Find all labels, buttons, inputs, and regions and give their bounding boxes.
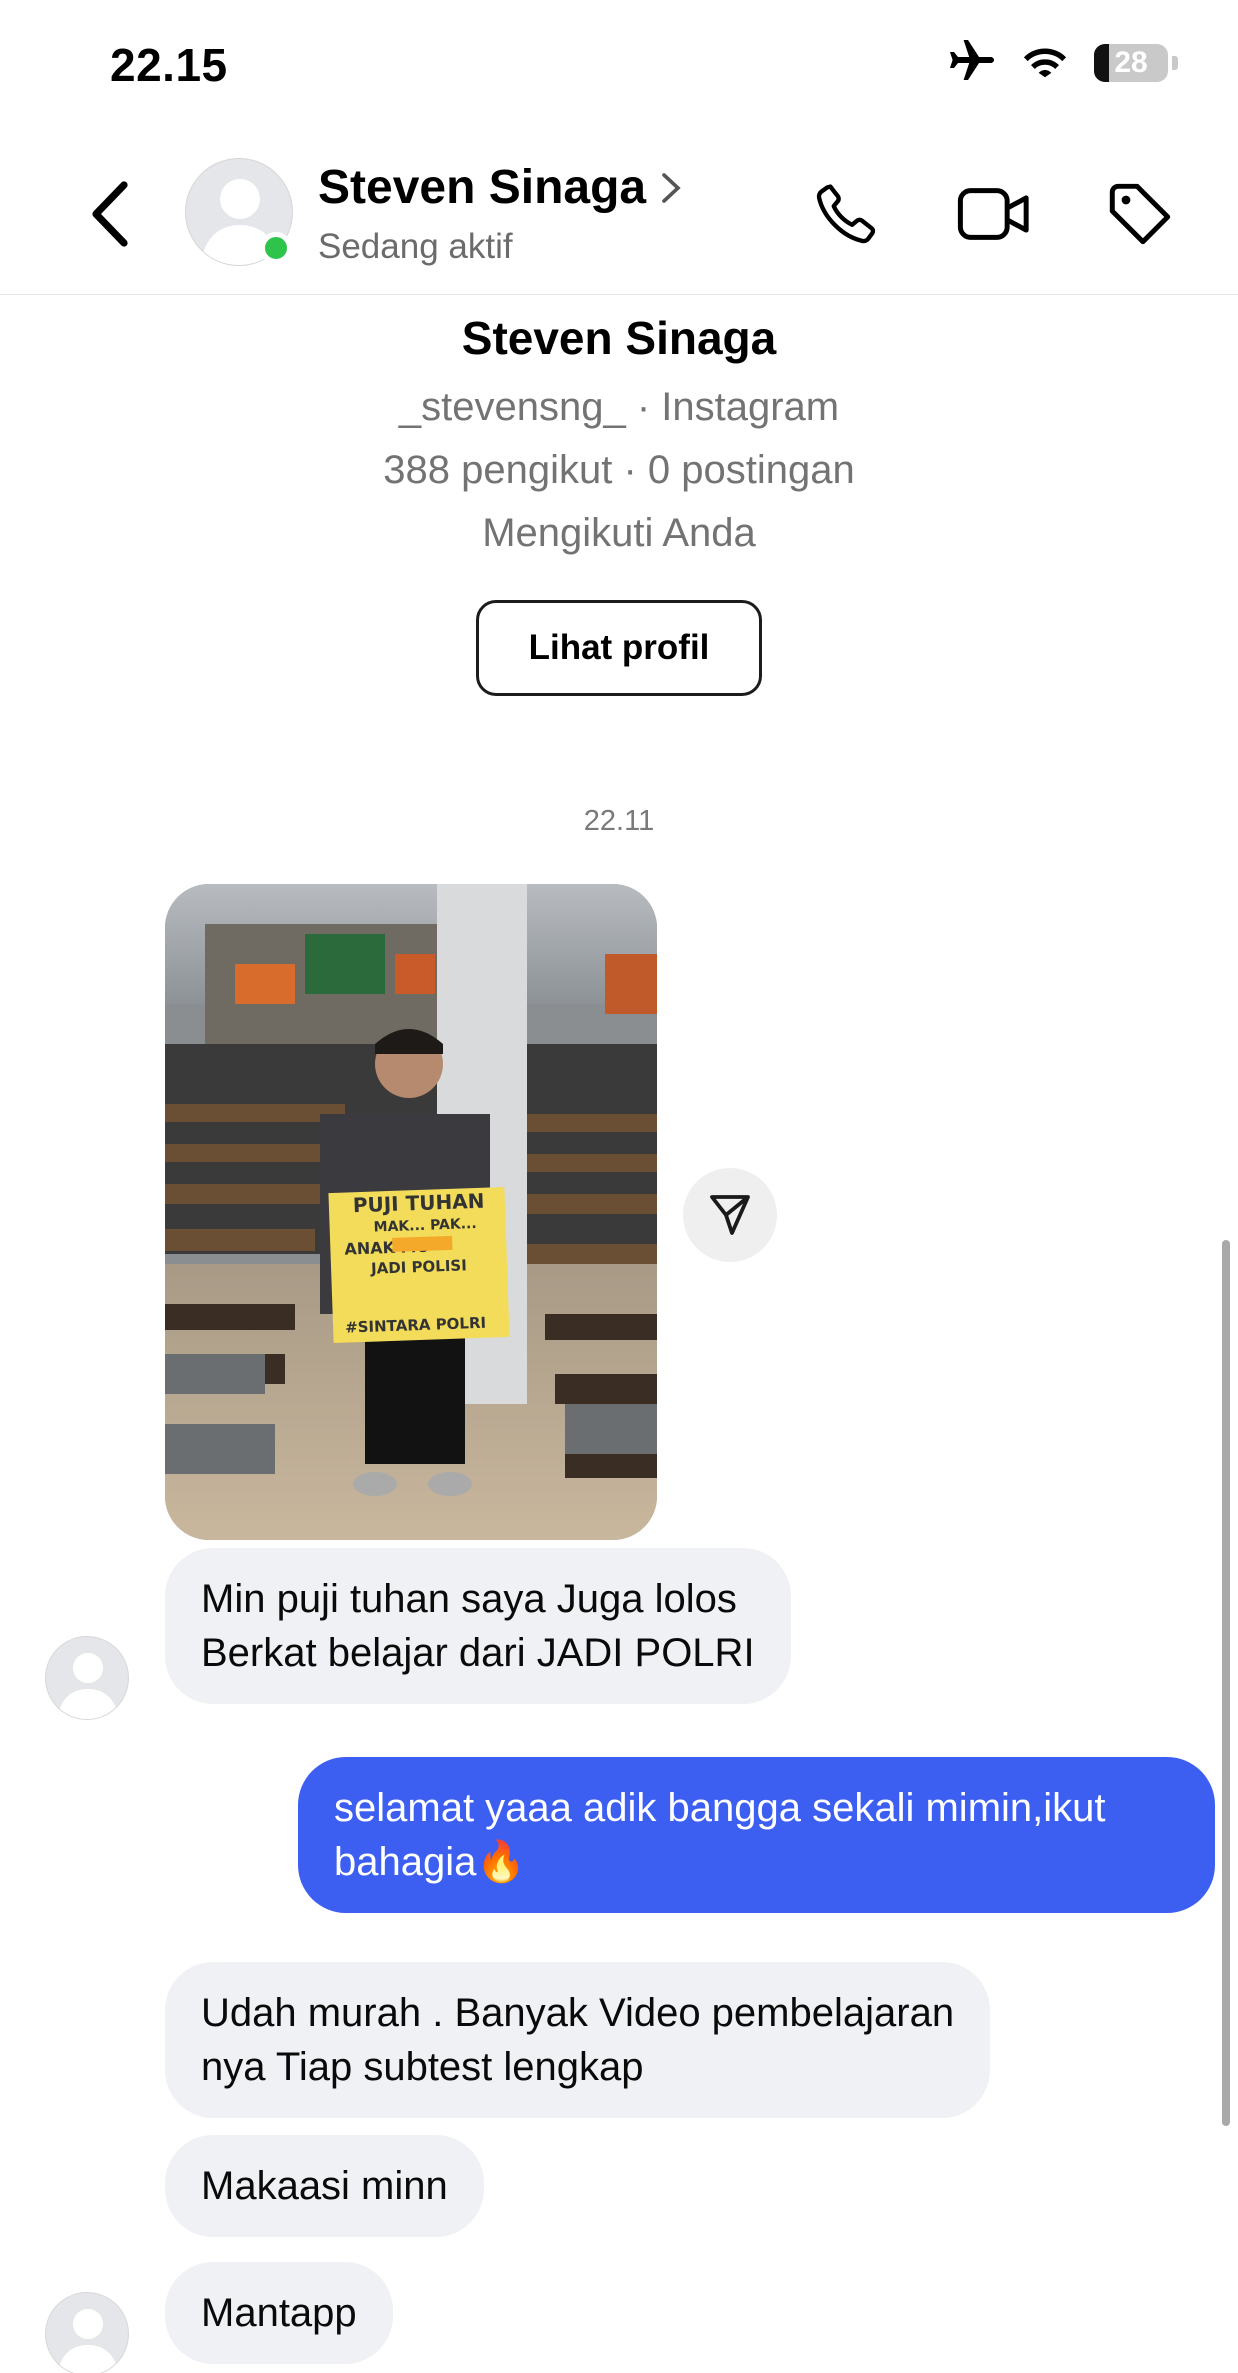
message-timestamp: 22.11: [583, 805, 655, 837]
call-button[interactable]: [806, 174, 886, 254]
chevron-right-icon: [662, 172, 681, 203]
phone-icon: [816, 184, 876, 244]
battery-level: 28: [1114, 45, 1148, 79]
chat-scrollbar[interactable]: [1222, 1240, 1230, 2126]
sign-text-1: PUJI TUHAN: [352, 1189, 484, 1218]
message-bubble-incoming[interactable]: Udah murah . Banyak Video pembelajaran n…: [165, 1962, 991, 2118]
back-button[interactable]: [80, 174, 140, 254]
status-icons: 28: [948, 40, 1178, 85]
share-button[interactable]: [683, 1168, 777, 1262]
profile-stats: 388 pengikut · 0 postingan: [383, 448, 855, 492]
contact-name-row[interactable]: Steven Sinaga: [318, 160, 682, 215]
tag-icon: [1109, 183, 1171, 245]
profile-username: _stevensng_ · Instagram: [398, 385, 840, 429]
photo-image: PUJI TUHAN MAK... PAK... ANAK MU JADI PO…: [165, 884, 657, 1540]
active-status-dot: [260, 232, 292, 264]
sender-avatar: [45, 1636, 129, 1720]
contact-name: Steven Sinaga: [318, 161, 647, 214]
video-call-button[interactable]: [954, 174, 1034, 254]
tag-button[interactable]: [1100, 174, 1180, 254]
video-camera-icon: [957, 188, 1029, 240]
message-bubble-outgoing[interactable]: selamat yaaa adik bangga sekali mimin,ik…: [298, 1757, 1215, 1913]
view-profile-button[interactable]: Lihat profil: [476, 600, 762, 696]
profile-follow-status: Mengikuti Anda: [482, 511, 756, 555]
airplane-icon: [948, 40, 996, 85]
sign-text-4: JADI POLISI: [370, 1256, 467, 1277]
message-bubble-incoming[interactable]: Mantapp: [165, 2262, 393, 2364]
photo-message[interactable]: PUJI TUHAN MAK... PAK... ANAK MU JADI PO…: [165, 884, 657, 1540]
status-bar: 22.15 28: [0, 0, 1238, 130]
contact-status: Sedang aktif: [318, 227, 513, 266]
battery-indicator: 28: [1094, 43, 1168, 82]
profile-name: Steven Sinaga: [461, 312, 777, 364]
chevron-left-icon: [92, 181, 128, 247]
status-time: 22.15: [110, 39, 228, 91]
profile-card: Steven Sinaga _stevensng_ · Instagram 38…: [0, 305, 1238, 696]
paper-plane-icon: [710, 1195, 750, 1235]
message-bubble-incoming[interactable]: Makaasi minn: [165, 2135, 484, 2237]
wifi-icon: [1022, 42, 1068, 83]
message-bubble-incoming[interactable]: Min puji tuhan saya Juga lolos Berkat be…: [165, 1548, 791, 1704]
chat-header: Steven Sinaga Sedang aktif: [0, 140, 1238, 295]
sender-avatar: [45, 2292, 129, 2373]
